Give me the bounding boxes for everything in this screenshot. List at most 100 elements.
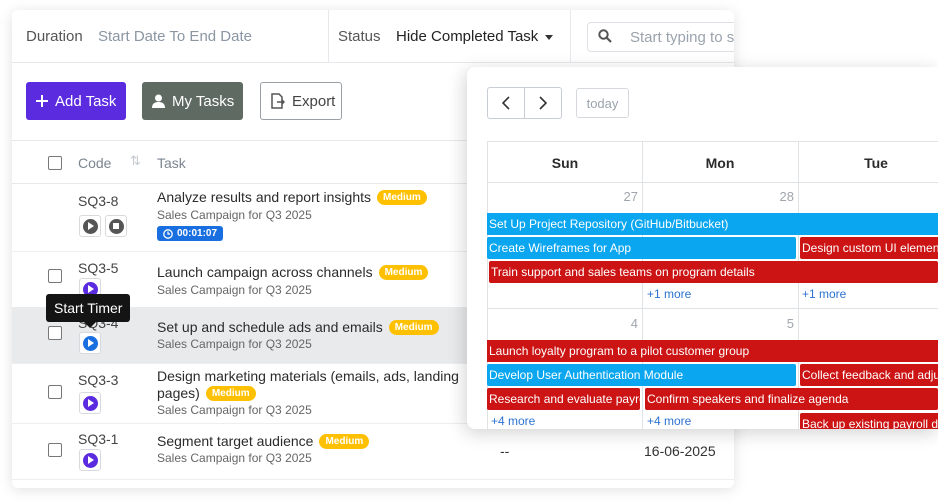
select-all-checkbox[interactable] <box>48 156 62 170</box>
filter-divider <box>328 10 329 62</box>
calendar-event[interactable]: Confirm speakers and finalize agenda <box>645 388 938 410</box>
play-icon <box>82 452 98 468</box>
row-checkbox[interactable] <box>48 326 62 340</box>
play-icon <box>82 218 98 234</box>
stop-icon <box>108 218 124 234</box>
task-title[interactable]: pages) Medium <box>157 385 256 401</box>
task-title-text[interactable]: Segment target audience <box>157 433 313 449</box>
task-project: Sales Campaign for Q3 2025 <box>157 403 312 417</box>
start-timer-button[interactable] <box>79 215 101 237</box>
day-header-mon: Mon <box>705 155 735 171</box>
task-title[interactable]: Set up and schedule ads and emails Medium <box>157 319 439 335</box>
timer-value: 00:01:07 <box>177 228 218 239</box>
chevron-left-icon <box>502 96 510 110</box>
priority-badge: Medium <box>377 190 427 205</box>
priority-badge: Medium <box>319 434 370 449</box>
today-button[interactable]: today <box>576 88 629 118</box>
row-checkbox[interactable] <box>48 269 62 283</box>
caret-down-icon[interactable] <box>545 35 553 40</box>
chevron-right-icon <box>539 96 547 110</box>
start-timer-button[interactable] <box>79 449 101 471</box>
task-project: Sales Campaign for Q3 2025 <box>157 451 312 465</box>
date-number[interactable]: 5 <box>764 316 794 331</box>
status-dropdown[interactable]: Hide Completed Task <box>396 28 538 45</box>
task-code: SQ3-5 <box>78 260 119 276</box>
grid-line <box>487 141 938 142</box>
play-icon <box>82 335 98 351</box>
play-icon <box>82 395 98 411</box>
task-project: Sales Campaign for Q3 2025 <box>157 208 312 222</box>
timer-badge: 00:01:07 <box>157 226 224 241</box>
task-title-text[interactable]: Set up and schedule ads and emails <box>157 319 383 335</box>
task-title[interactable]: Segment target audience Medium <box>157 433 370 449</box>
calendar-event[interactable]: Launch loyalty program to a pilot custom… <box>487 340 938 362</box>
duration-picker[interactable]: Start Date To End Date <box>98 28 252 45</box>
priority-badge: Medium <box>205 386 256 401</box>
calendar-event[interactable]: Design custom UI elemen <box>800 237 938 259</box>
task-title[interactable]: Analyze results and report insights Mediu… <box>157 189 427 205</box>
grid-line <box>798 141 799 429</box>
search-icon <box>598 29 612 47</box>
duration-label: Duration <box>26 28 83 45</box>
table-row[interactable]: SQ3-1 Segment target audience Medium Sale… <box>12 423 734 480</box>
calendar-popup: today Sun Mon Tue 27 28 Set Up Project R… <box>467 67 938 429</box>
filter-bar: Duration Start Date To End Date Status H… <box>12 10 734 63</box>
export-file-icon <box>271 93 285 109</box>
priority-badge: Medium <box>378 265 429 280</box>
task-title-line1[interactable]: Design marketing materials (emails, ads,… <box>157 368 459 384</box>
task-project: Sales Campaign for Q3 2025 <box>157 283 312 297</box>
day-header-sun: Sun <box>551 155 579 171</box>
task-code: SQ3-1 <box>78 431 119 447</box>
task-code: SQ3-8 <box>78 193 119 209</box>
task-title-text[interactable]: Launch campaign across channels <box>157 264 373 280</box>
task-title-text[interactable]: pages) <box>157 385 200 401</box>
status-label: Status <box>338 28 381 45</box>
calendar-event[interactable]: Train support and sales teams on program… <box>489 261 938 283</box>
calendar-event[interactable]: Collect feedback and adju <box>800 364 938 386</box>
next-button[interactable] <box>524 87 562 119</box>
more-events-link[interactable]: +1 more <box>647 287 691 301</box>
more-events-link[interactable]: +1 more <box>802 287 846 301</box>
date-number[interactable]: 4 <box>608 316 638 331</box>
calendar-event[interactable]: Research and evaluate payro <box>487 388 640 410</box>
my-tasks-label: My Tasks <box>172 92 235 110</box>
start-timer-tooltip: Start Timer <box>46 294 131 328</box>
day-header-tue: Tue <box>864 155 888 171</box>
sort-icon[interactable]: ⇅ <box>130 153 141 169</box>
date-number[interactable]: 28 <box>764 189 794 204</box>
date-number[interactable]: 27 <box>608 189 638 204</box>
calendar-event[interactable]: Set Up Project Repository (GitHub/Bitbuc… <box>487 213 938 235</box>
assignee-cell: -- <box>500 443 510 459</box>
start-timer-button[interactable] <box>79 332 101 354</box>
user-icon <box>152 94 165 108</box>
date-cell: 16-06-2025 <box>644 443 716 459</box>
stop-timer-button[interactable] <box>105 215 127 237</box>
row-checkbox[interactable] <box>48 443 62 457</box>
more-events-link[interactable]: +4 more <box>647 414 691 428</box>
task-title-text[interactable]: Analyze results and report insights <box>157 189 371 205</box>
task-project: Sales Campaign for Q3 2025 <box>157 337 312 351</box>
search-input[interactable]: Start typing to s <box>587 22 734 52</box>
more-events-link[interactable]: +4 more <box>491 414 535 428</box>
plus-icon <box>36 95 48 107</box>
clock-icon <box>163 228 173 239</box>
prev-button[interactable] <box>487 87 525 119</box>
column-header-task[interactable]: Task <box>157 155 186 171</box>
export-button[interactable]: Export <box>260 82 342 120</box>
calendar-event[interactable]: Develop User Authentication Module <box>487 364 796 386</box>
add-task-button[interactable]: Add Task <box>26 82 126 120</box>
calendar-event[interactable]: Create Wireframes for App <box>487 237 796 259</box>
task-title[interactable]: Launch campaign across channels Medium <box>157 264 429 280</box>
export-label: Export <box>292 92 336 110</box>
grid-line <box>487 308 938 309</box>
row-checkbox[interactable] <box>48 385 62 399</box>
start-timer-button[interactable] <box>79 392 101 414</box>
grid-line <box>487 182 938 183</box>
calendar-event[interactable]: Back up existing payroll d <box>800 413 938 429</box>
filter-divider <box>570 10 571 62</box>
search-placeholder: Start typing to s <box>630 29 734 46</box>
column-header-code[interactable]: Code <box>78 155 111 171</box>
my-tasks-button[interactable]: My Tasks <box>142 82 243 120</box>
add-task-label: Add Task <box>55 92 117 110</box>
priority-badge: Medium <box>388 320 439 335</box>
